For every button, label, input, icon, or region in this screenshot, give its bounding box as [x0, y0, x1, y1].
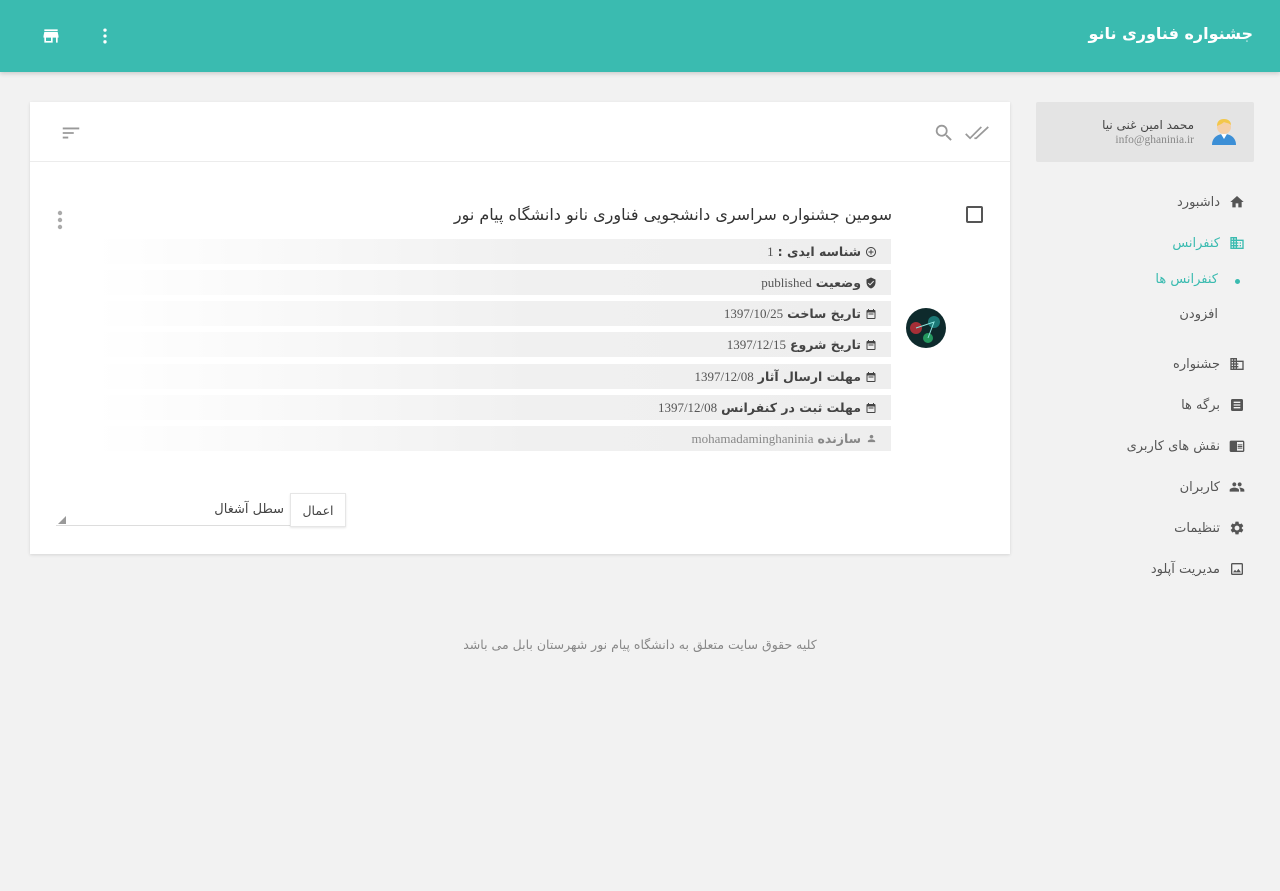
gear-icon [1228, 519, 1246, 537]
document-icon [1228, 396, 1246, 414]
user-name: محمد امین غنی نیا [1102, 118, 1194, 132]
sidebar-item-settings[interactable]: تنظیمات [1036, 513, 1254, 543]
field-label: تاریخ ساخت [787, 306, 861, 321]
user-email: info@ghaninia.ir [1115, 134, 1194, 146]
row-checkbox[interactable] [966, 206, 983, 223]
sidebar-subitem-label: کنفرانس ها [1155, 272, 1218, 287]
field-status: وضعیت published [96, 270, 891, 295]
bulk-action-selected: سطل آشغال [214, 502, 284, 517]
field-value: mohamadaminghaninia [691, 430, 814, 446]
field-creator: سازنده mohamadaminghaninia [96, 426, 891, 451]
field-submission-deadline: مهلت ارسال آثار 1397/12/08 [96, 364, 891, 389]
apply-button[interactable]: اعمال [290, 493, 346, 527]
image-icon [1228, 560, 1246, 578]
footer-copyright: کلیه حقوق سایت متعلق به دانشگاه پیام نور… [463, 637, 817, 652]
sidebar-item-label: تنظیمات [1174, 520, 1220, 536]
home-icon [1228, 193, 1246, 211]
more-vert-icon[interactable] [91, 22, 119, 50]
app-title: جشنواره فناوری نانو [1088, 24, 1253, 43]
field-value: 1397/12/08 [694, 368, 754, 384]
people-icon [1228, 478, 1246, 496]
select-all-icon[interactable] [964, 120, 990, 146]
field-label: وضعیت [815, 275, 861, 290]
sidebar-subitem-add[interactable]: افزودن [1036, 303, 1254, 329]
sidebar-item-upload-manager[interactable]: مدیریت آپلود [1036, 554, 1254, 584]
user-profile-card[interactable]: محمد امین غنی نیا info@ghaninia.ir [1036, 102, 1254, 162]
calendar-icon [865, 371, 877, 383]
storefront-icon[interactable] [37, 22, 65, 50]
sidebar-item-pages[interactable]: برگه ها [1036, 390, 1254, 420]
field-label: شناسه ایدی : [777, 244, 861, 259]
field-value: 1 [767, 243, 774, 259]
user-avatar-icon [1208, 115, 1240, 147]
sidebar-item-label: مدیریت آپلود [1150, 561, 1220, 577]
field-id: شناسه ایدی : 1 [96, 239, 891, 264]
sidebar-item-label: کنفرانس [1172, 235, 1220, 251]
card-toolbar [30, 102, 1010, 162]
add-circle-icon [865, 246, 877, 258]
active-dot [1235, 279, 1240, 284]
field-start-date: تاریخ شروع 1397/12/15 [96, 332, 891, 357]
person-icon [865, 433, 877, 445]
field-label: مهلت ارسال آثار [757, 369, 861, 384]
conference-thumbnail [906, 308, 946, 348]
sidebar-subitem-conferences[interactable]: کنفرانس ها [1036, 268, 1254, 294]
field-label: مهلت ثبت در کنفرانس [721, 400, 861, 415]
sidebar-item-label: داشبورد [1177, 194, 1220, 210]
sidebar-item-dashboard[interactable]: داشبورد [1036, 187, 1254, 217]
field-created-date: تاریخ ساخت 1397/10/25 [96, 301, 891, 326]
field-value: published [761, 274, 812, 290]
sidebar-item-festival[interactable]: جشنواره [1036, 349, 1254, 379]
sidebar-item-label: جشنواره [1173, 356, 1220, 372]
sidebar-item-label: کاربران [1179, 479, 1220, 495]
field-value: 1397/10/25 [723, 305, 784, 321]
calendar-icon [865, 402, 877, 414]
sidebar-item-label: نقش های کاربری [1126, 438, 1220, 454]
top-app-bar: جشنواره فناوری نانو [0, 0, 1280, 72]
sidebar-item-label: برگه ها [1181, 397, 1220, 413]
shield-check-icon [865, 277, 877, 289]
field-registration-deadline: مهلت ثبت در کنفرانس 1397/12/08 [96, 395, 891, 420]
sidebar-item-roles[interactable]: نقش های کاربری [1036, 431, 1254, 461]
field-label: تاریخ شروع [789, 337, 861, 352]
sidebar-subitem-label: افزودن [1179, 307, 1218, 322]
calendar-icon [865, 339, 877, 351]
more-vert-icon[interactable] [50, 208, 70, 232]
bulk-action-select[interactable]: سطل آشغال [56, 494, 290, 526]
field-value: 1397/12/08 [657, 399, 718, 415]
building-icon [1228, 234, 1246, 252]
sidebar-item-users[interactable]: کاربران [1036, 472, 1254, 502]
search-icon[interactable] [931, 120, 957, 146]
calendar-icon [865, 308, 877, 320]
conference-title[interactable]: سومین جشنواره سراسری دانشجویی فناوری نان… [454, 205, 892, 224]
dropdown-caret-icon [58, 513, 66, 524]
field-label: سازنده [817, 431, 861, 446]
sort-icon[interactable] [58, 120, 84, 146]
sidebar-item-conference[interactable]: کنفرانس [1036, 228, 1254, 258]
conference-list-card: سومین جشنواره سراسری دانشجویی فناوری نان… [30, 102, 1010, 554]
chrome-reader-icon [1228, 437, 1246, 455]
building-icon [1228, 355, 1246, 373]
field-value: 1397/12/15 [726, 336, 786, 352]
